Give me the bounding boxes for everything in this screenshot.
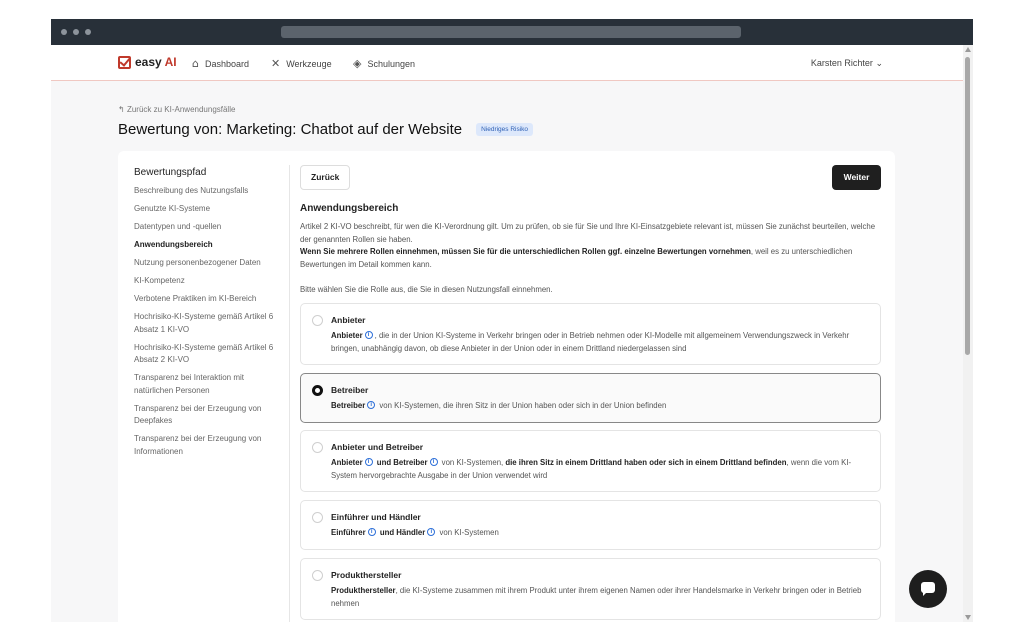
option-description: Betreiber i von KI-Systemen, die ihren Si… [331, 400, 871, 413]
title-row: Bewertung von: Marketing: Chatbot auf de… [118, 121, 534, 138]
scrollbar[interactable] [963, 45, 973, 622]
option-description: Produkthersteller, die KI-Systeme zusamm… [331, 585, 871, 610]
role-option-produkthersteller[interactable]: Produkthersteller Produkthersteller, die… [300, 558, 881, 620]
logo-text: easy [135, 55, 165, 69]
option-term: Einführer [331, 528, 366, 537]
assessment-path-sidebar: Bewertungspfad Beschreibung des Nutzungs… [134, 167, 279, 464]
sidebar-item[interactable]: Transparenz bei der Erzeugung von Inform… [134, 433, 279, 458]
tools-icon: ✕ [271, 57, 281, 70]
risk-badge: Niedriges Risiko [476, 123, 534, 136]
option-title: Anbieter [331, 315, 366, 325]
radio-button-selected[interactable] [312, 385, 323, 396]
page-title: Bewertung von: Marketing: Chatbot auf de… [118, 121, 463, 138]
sidebar-heading: Bewertungspfad [134, 167, 207, 178]
radio-button[interactable] [312, 315, 323, 326]
scrollbar-thumb[interactable] [965, 57, 970, 355]
scroll-up-arrow-icon[interactable] [965, 47, 971, 52]
option-term: Anbieter [331, 331, 363, 340]
option-text: von KI-Systemen, die ihren Sitz in der U… [377, 401, 667, 410]
home-icon: ⌂ [192, 57, 199, 70]
option-title: Produkthersteller [331, 570, 402, 580]
option-term: Betreiber [331, 401, 366, 410]
nav-item-werkzeuge[interactable]: ✕ Werkzeuge [271, 57, 332, 70]
sidebar-item[interactable]: Transparenz bei Interaktion mit natürlic… [134, 372, 279, 397]
option-term: und Händler [377, 528, 426, 537]
option-term: Produkthersteller [331, 586, 396, 595]
option-description: Anbieter i und Betreiber i von KI-Systemen… [331, 457, 871, 482]
sidebar-item[interactable]: Nutzung personenbezogener Daten [134, 257, 279, 270]
option-text: , die in der Union KI-Systeme in Verkehr… [331, 331, 850, 353]
browser-titlebar [51, 19, 973, 45]
back-button[interactable]: Zurück [300, 165, 351, 190]
radio-button[interactable] [312, 570, 323, 581]
description-bold: Wenn Sie mehrere Rollen einnehmen, müsse… [300, 247, 751, 256]
option-title: Anbieter und Betreiber [331, 442, 424, 452]
scroll-down-arrow-icon[interactable] [965, 615, 971, 620]
role-option-anbieter-und-betreiber[interactable]: Anbieter und Betreiber Anbieter i und Bet… [300, 430, 881, 492]
option-term: Anbieter [331, 458, 363, 467]
browser-window: easy AI ⌂ Dashboard ✕ Werkzeuge ◈ Schulu… [51, 19, 973, 622]
assessment-card: Bewertungspfad Beschreibung des Nutzungs… [118, 151, 895, 622]
back-link[interactable]: ↰ Zurück zu KI-Anwendungsfälle [118, 105, 235, 114]
next-button[interactable]: Weiter [832, 165, 881, 190]
back-link-label: Zurück zu KI-Anwendungsfälle [126, 105, 236, 114]
user-name: Karsten Richter [810, 58, 873, 68]
nav-item-schulungen[interactable]: ◈ Schulungen [353, 57, 415, 70]
option-text: von KI-Systemen, [439, 458, 506, 467]
option-text: von KI-Systemen [437, 528, 499, 537]
role-option-anbieter[interactable]: Anbieter Anbieter i, die in der Union KI-… [300, 303, 881, 365]
option-term: und Betreiber [374, 458, 428, 467]
option-description: Einführer i und Händler i von KI-Systemen [331, 527, 871, 540]
nav-item-label: Schulungen [367, 58, 416, 69]
option-text-bold: die ihren Sitz in einem Drittland haben … [505, 458, 787, 467]
nav-item-dashboard[interactable]: ⌂ Dashboard [192, 57, 249, 70]
section-description: Artikel 2 KI-VO beschreibt, für wen die … [300, 221, 881, 271]
sidebar-item[interactable]: Transparenz bei der Erzeugung von Deepfa… [134, 403, 279, 428]
back-arrow-icon: ↰ [118, 105, 127, 114]
info-icon[interactable]: i [429, 458, 438, 466]
section-title: Anwendungsbereich [300, 203, 399, 214]
role-option-betreiber[interactable]: Betreiber Betreiber i von KI-Systemen, di… [300, 373, 881, 423]
chat-tail-icon [923, 592, 927, 596]
logo-ai-text: AI [164, 55, 177, 69]
info-icon[interactable]: i [367, 528, 376, 536]
chevron-down-icon: ⌄ [875, 58, 883, 68]
option-title: Betreiber [331, 385, 369, 395]
role-prompt: Bitte wählen Sie die Rolle aus, die Sie … [300, 285, 553, 294]
option-title: Einführer und Händler [331, 512, 421, 522]
radio-button[interactable] [312, 442, 323, 453]
info-icon[interactable]: i [364, 331, 373, 339]
sidebar-item[interactable]: Hochrisiko-KI-Systeme gemäß Artikel 6 Ab… [134, 311, 279, 336]
window-dot-icon[interactable] [85, 29, 91, 35]
nav-item-label: Werkzeuge [286, 58, 332, 69]
sidebar-item[interactable]: Datentypen und -quellen [134, 221, 279, 234]
role-option-einfuehrer-und-haendler[interactable]: Einführer und Händler Einführer i und Hän… [300, 500, 881, 550]
sidebar-item-active[interactable]: Anwendungsbereich [134, 239, 279, 252]
app: easy AI ⌂ Dashboard ✕ Werkzeuge ◈ Schulu… [51, 45, 963, 622]
option-description: Anbieter i, die in der Union KI-Systeme i… [331, 330, 871, 355]
logo[interactable]: easy AI [118, 55, 177, 69]
checkbox-logo-icon [118, 55, 131, 69]
info-icon[interactable]: i [367, 401, 376, 409]
sidebar-item[interactable]: KI-Kompetenz [134, 275, 279, 288]
top-navigation: easy AI ⌂ Dashboard ✕ Werkzeuge ◈ Schulu… [51, 45, 963, 81]
sidebar-item[interactable]: Genutzte KI-Systeme [134, 203, 279, 216]
description-text: Artikel 2 KI-VO beschreibt, für wen die … [300, 222, 876, 244]
nav-item-label: Dashboard [204, 58, 250, 69]
sidebar-item[interactable]: Hochrisiko-KI-Systeme gemäß Artikel 6 Ab… [134, 342, 279, 367]
window-dot-icon[interactable] [73, 29, 79, 35]
window-dot-icon[interactable] [61, 29, 67, 35]
sidebar-item[interactable]: Beschreibung des Nutzungsfalls [134, 185, 279, 198]
sidebar-item[interactable]: Verbotene Praktiken im KI-Bereich [134, 293, 279, 306]
info-icon[interactable]: i [364, 458, 373, 466]
divider [289, 165, 290, 622]
chat-icon[interactable] [909, 570, 947, 608]
radio-button[interactable] [312, 512, 323, 523]
info-icon[interactable]: i [427, 528, 436, 536]
option-text: , die KI-Systeme zusammen mit ihrem Prod… [331, 586, 862, 608]
graduation-cap-icon: ◈ [353, 57, 362, 70]
user-menu[interactable]: Karsten Richter ⌄ [811, 58, 883, 69]
address-bar[interactable] [281, 26, 741, 38]
